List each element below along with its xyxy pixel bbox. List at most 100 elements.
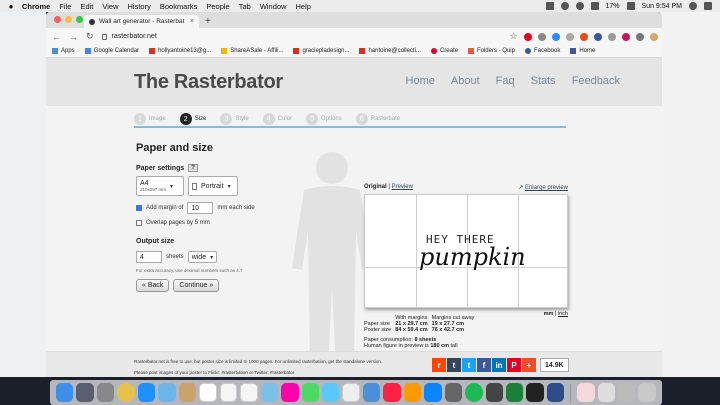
bookmark-gmail[interactable]: hantoine@collecti... xyxy=(359,48,421,54)
extension-icon[interactable] xyxy=(621,32,630,41)
back-arrow-icon[interactable]: ← xyxy=(52,32,61,42)
back-button[interactable]: « Back xyxy=(136,279,170,292)
more-share-icon[interactable]: + xyxy=(522,358,536,372)
address-bar[interactable]: rasterbator.net xyxy=(101,31,502,43)
nav-about[interactable]: About xyxy=(451,75,480,87)
app-store-icon[interactable] xyxy=(424,383,442,402)
nav-stats[interactable]: Stats xyxy=(531,75,556,87)
chrome-icon[interactable] xyxy=(117,383,135,402)
books-icon[interactable] xyxy=(403,383,422,402)
enlarge-preview-link[interactable]: ↗ Enlarge preview xyxy=(518,184,568,191)
twitter-icon[interactable]: t xyxy=(462,358,476,372)
forward-arrow-icon[interactable]: → xyxy=(69,32,78,42)
flag-icon[interactable] xyxy=(626,2,635,10)
margin-input[interactable]: 10 xyxy=(187,202,214,214)
calendar-icon[interactable] xyxy=(198,383,217,402)
extension-icon[interactable] xyxy=(607,32,616,41)
folder-stack-icon[interactable] xyxy=(618,383,636,402)
documents-stack-icon[interactable] xyxy=(597,383,615,402)
terminal-icon[interactable] xyxy=(526,383,544,402)
reddit-icon[interactable]: r xyxy=(432,358,446,372)
status-app-icon[interactable] xyxy=(545,2,554,10)
downloads-stack-icon[interactable] xyxy=(577,383,595,402)
reload-icon[interactable]: ↻ xyxy=(86,31,94,42)
preview-link[interactable]: Preview xyxy=(392,184,413,190)
quicktime-icon[interactable] xyxy=(546,383,565,402)
finder-icon[interactable] xyxy=(56,383,74,402)
contacts-icon[interactable] xyxy=(178,383,196,402)
siri-icon[interactable] xyxy=(76,383,94,402)
menu-edit[interactable]: Edit xyxy=(80,2,93,11)
orientation-select[interactable]: Portrait ▾ xyxy=(188,176,238,196)
pinterest-icon[interactable]: P xyxy=(507,358,521,372)
safari-icon[interactable] xyxy=(137,383,156,402)
messages-icon[interactable] xyxy=(301,383,319,402)
step-size[interactable]: 2 Size xyxy=(179,113,206,125)
extension-icon[interactable] xyxy=(593,32,602,41)
tumblr-icon[interactable]: t xyxy=(447,358,461,372)
maps-icon[interactable] xyxy=(260,383,279,402)
bookmark-google-calendar[interactable]: Google Calendar xyxy=(84,48,139,54)
bookmark-shareasale[interactable]: ShareASale - Affili... xyxy=(221,48,283,54)
pinterest-extension-icon[interactable] xyxy=(523,32,532,41)
add-margin-checkbox[interactable] xyxy=(136,205,142,211)
step-rasterbate[interactable]: 6 Rasterbate xyxy=(355,113,400,125)
menu-bookmarks[interactable]: Bookmarks xyxy=(160,2,198,11)
continue-button[interactable]: Continue » xyxy=(173,279,220,292)
units-mm[interactable]: mm xyxy=(544,311,554,317)
close-window-button[interactable] xyxy=(54,16,61,23)
extension-icon[interactable] xyxy=(579,32,588,41)
original-link[interactable]: Original xyxy=(364,184,387,190)
notes-icon[interactable] xyxy=(219,383,238,402)
search-icon[interactable] xyxy=(689,2,697,10)
trash-icon[interactable] xyxy=(638,383,656,402)
spotify-icon[interactable] xyxy=(465,383,483,402)
step-options[interactable]: 5 Options xyxy=(306,113,342,125)
notification-center-icon[interactable] xyxy=(704,2,712,10)
profile-avatar[interactable] xyxy=(649,32,658,41)
bookmark-facebook[interactable]: Facebook xyxy=(524,48,560,54)
music-icon[interactable] xyxy=(383,383,401,402)
site-logo[interactable]: The Rasterbator xyxy=(134,71,283,94)
excel-icon[interactable] xyxy=(505,383,524,402)
menu-window[interactable]: Window xyxy=(260,2,287,11)
extension-icon[interactable] xyxy=(565,32,574,41)
sheets-input[interactable]: 4 xyxy=(136,251,162,263)
wifi-icon[interactable] xyxy=(575,2,584,10)
word-icon[interactable] xyxy=(342,383,361,402)
overlap-checkbox[interactable] xyxy=(136,220,142,226)
bookmark-create[interactable]: Create xyxy=(430,48,458,54)
menu-file[interactable]: File xyxy=(59,2,71,11)
step-color[interactable]: 4 Color xyxy=(262,113,292,125)
battery-icon[interactable] xyxy=(590,2,599,10)
numbers-icon[interactable] xyxy=(363,383,381,402)
linkedin-icon[interactable]: in xyxy=(492,358,506,372)
menu-people[interactable]: People xyxy=(206,2,229,11)
bookmark-gmail[interactable]: hollyantoine13@g... xyxy=(149,48,211,54)
direction-select[interactable]: wide ▾ xyxy=(187,251,218,263)
menu-tab[interactable]: Tab xyxy=(239,2,251,11)
close-tab-icon[interactable]: × xyxy=(190,18,194,25)
extension-icon[interactable] xyxy=(537,32,546,41)
status-app-icon[interactable] xyxy=(560,2,569,10)
units-inch[interactable]: inch xyxy=(558,311,568,317)
menu-help[interactable]: Help xyxy=(296,2,311,11)
browser-tab[interactable]: Wall art generator - Rasterbat × xyxy=(84,15,199,28)
new-tab-icon[interactable]: + xyxy=(205,16,211,27)
minimize-window-button[interactable] xyxy=(65,16,72,23)
menu-app-name[interactable]: Chrome xyxy=(22,2,50,11)
menu-view[interactable]: View xyxy=(102,2,118,11)
step-style[interactable]: 3 Style xyxy=(220,113,249,125)
step-image[interactable]: 1 Image xyxy=(134,113,166,125)
nav-faq[interactable]: Faq xyxy=(496,75,515,87)
facetime-icon[interactable] xyxy=(322,383,340,402)
photos-icon[interactable] xyxy=(281,383,299,402)
apple-icon[interactable]: ● xyxy=(0,2,22,11)
reminders-icon[interactable] xyxy=(240,383,258,402)
extension-icon[interactable] xyxy=(551,32,560,41)
puzzle-icon[interactable] xyxy=(635,32,644,41)
bookmark-gmail[interactable]: graciepladesign... xyxy=(293,48,349,54)
nav-home[interactable]: Home xyxy=(406,75,435,87)
clock[interactable]: Sun 9:54 PM xyxy=(642,3,682,10)
system-preferences-icon[interactable] xyxy=(444,383,463,402)
